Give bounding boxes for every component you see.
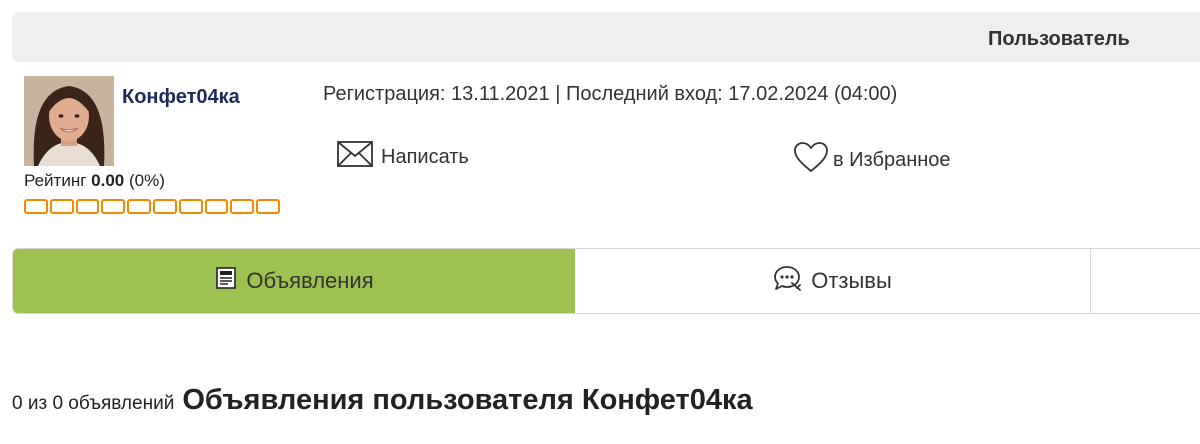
reviews-icon	[773, 264, 803, 298]
registration-info: Регистрация: 13.11.2021 | Последний вход…	[323, 83, 898, 105]
username-link[interactable]: Конфет04ка	[122, 86, 240, 109]
listings-heading: 0 из 0 объявлений Объявления пользовател…	[12, 384, 753, 417]
envelope-icon	[337, 141, 373, 173]
header-bar: Пользователь	[12, 12, 1200, 62]
rating-segment	[152, 199, 177, 214]
tab-more[interactable]	[1091, 249, 1200, 313]
rating-segment	[256, 199, 280, 214]
tab-listings-label: Объявления	[246, 268, 374, 293]
add-to-favorites-button[interactable]: в Избранное	[793, 141, 951, 179]
heart-icon	[793, 141, 829, 179]
add-to-favorites-label: в Избранное	[833, 148, 951, 171]
rating-label-text: Рейтинг	[24, 171, 87, 190]
rating-segment	[230, 199, 255, 214]
rating-segment	[204, 199, 229, 214]
listings-title: Объявления пользователя Конфет04ка	[182, 384, 753, 416]
tab-reviews[interactable]: Отзывы	[575, 249, 1091, 313]
profile-tabs: Объявления Отзывы	[12, 248, 1200, 314]
write-message-button[interactable]: Написать	[337, 141, 469, 173]
rating-segment	[101, 199, 126, 214]
rating-bar	[24, 199, 280, 214]
rating-percent: (0%)	[128, 171, 165, 190]
rating-segment	[49, 199, 74, 214]
rating-segment	[75, 199, 100, 214]
rating-segment	[178, 199, 203, 214]
tab-reviews-label: Отзывы	[811, 268, 892, 293]
page-title: Пользователь	[988, 28, 1130, 50]
avatar[interactable]	[24, 76, 114, 166]
rating-segment	[24, 199, 48, 214]
rating-value: 0.00	[91, 171, 125, 190]
listings-count: 0 из 0 объявлений	[12, 393, 175, 414]
write-message-label: Написать	[381, 145, 469, 168]
rating-label: Рейтинг 0.00 (0%)	[24, 171, 165, 191]
rating-segment	[127, 199, 151, 214]
tab-listings[interactable]: Объявления	[13, 249, 575, 313]
listing-icon	[214, 266, 238, 296]
